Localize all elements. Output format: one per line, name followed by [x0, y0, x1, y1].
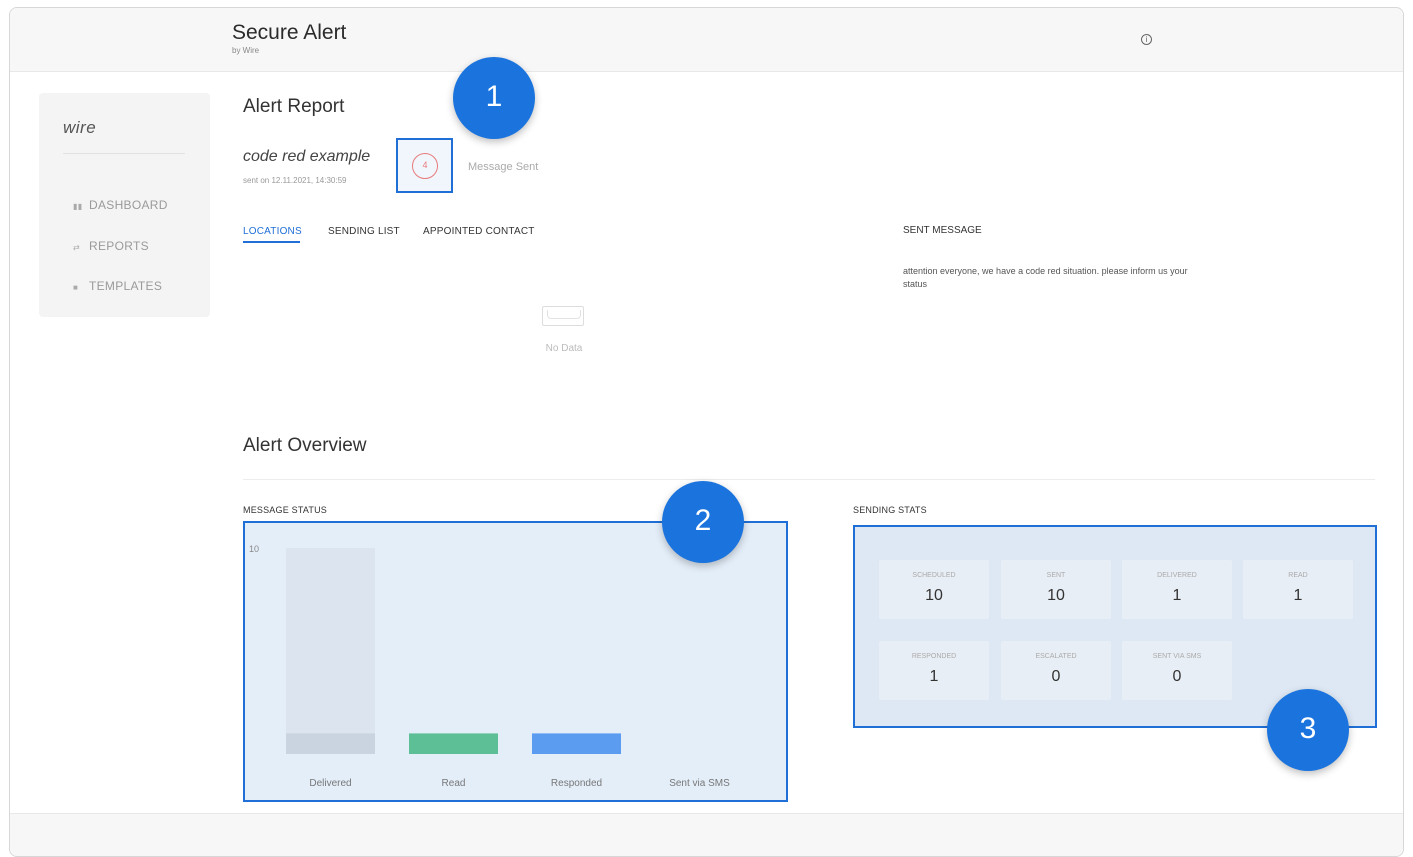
templates-icon: ■: [73, 283, 79, 292]
stat-value: 1: [1172, 587, 1182, 604]
stat-label: SENT: [1046, 572, 1066, 579]
sent-message-label: SENT MESSAGE: [903, 225, 982, 236]
active-tab-indicator: [243, 241, 300, 243]
sidebar-divider: [63, 153, 185, 154]
bar-total-background: [286, 548, 375, 754]
sidebar-item-label: REPORTS: [89, 239, 149, 253]
message-status-chart: 10 Delivered Read Responded Sent via SMS: [243, 521, 788, 802]
no-data-text: No Data: [545, 343, 583, 354]
app-title: Secure Alert: [232, 21, 347, 44]
sidebar-item-label: TEMPLATES: [89, 279, 163, 293]
messages-sent-count: 4: [412, 153, 438, 179]
x-tick-label: Responded: [551, 778, 602, 789]
stat-value: 0: [1051, 668, 1061, 685]
stat-card-delivered: DELIVERED 1: [1122, 560, 1232, 619]
sending-stats-label: SENDING STATS: [853, 505, 927, 515]
stat-value: 0: [1172, 668, 1182, 685]
stat-card-scheduled: SCHEDULED 10: [879, 560, 989, 619]
stat-card-sent: SENT 10: [1001, 560, 1111, 619]
stat-value: 10: [925, 587, 943, 604]
page-title: Alert Report: [243, 96, 345, 117]
stat-card-sent-via-sms: SENT VIA SMS 0: [1122, 641, 1232, 700]
bar-read[interactable]: [409, 733, 498, 754]
tab-sending-list[interactable]: SENDING LIST: [328, 226, 400, 237]
wire-logo: wire: [63, 118, 97, 137]
sidebar-item-reports[interactable]: ⇄ REPORTS: [73, 239, 149, 253]
callout-badge-2: 2: [662, 481, 744, 563]
callout-badge-3: 3: [1267, 689, 1349, 771]
overview-title: Alert Overview: [243, 435, 367, 456]
overview-divider: [243, 479, 1375, 480]
stat-card-read: READ 1: [1243, 560, 1353, 619]
messages-sent-label: Message Sent: [468, 161, 539, 173]
stat-label: READ: [1288, 572, 1308, 579]
app-subtitle: by Wire: [232, 46, 260, 55]
alert-name: code red example: [243, 148, 371, 165]
empty-inbox-icon: [542, 306, 584, 326]
x-tick-label: Read: [442, 778, 466, 789]
stat-value: 10: [1047, 587, 1065, 604]
messages-sent-highlight: 4: [396, 138, 453, 193]
callout-badge-1: 1: [453, 57, 535, 139]
bar-chart: 10 Delivered Read Responded Sent via SMS: [249, 544, 730, 789]
stat-label: SCHEDULED: [912, 572, 956, 579]
bar-delivered[interactable]: [286, 733, 375, 754]
sidebar: wire ▮▮ DASHBOARD ⇄ REPORTS ■ TEMPLATES: [39, 93, 210, 317]
sidebar-item-label: DASHBOARD: [89, 198, 168, 212]
sent-message-text: attention everyone, we have a code red s…: [903, 266, 1188, 289]
tab-locations[interactable]: LOCATIONS: [243, 226, 302, 237]
sent-timestamp: sent on 12.11.2021, 14:30:59: [243, 176, 347, 185]
stat-label: SENT VIA SMS: [1152, 653, 1202, 660]
stat-label: RESPONDED: [911, 653, 957, 660]
stat-card-responded: RESPONDED 1: [879, 641, 989, 700]
x-tick-label: Sent via SMS: [669, 778, 730, 789]
sidebar-item-templates[interactable]: ■ TEMPLATES: [73, 279, 162, 293]
dashboard-icon: ▮▮: [73, 202, 83, 211]
stat-card-escalated: ESCALATED 0: [1001, 641, 1111, 700]
stat-value: 1: [1293, 587, 1303, 604]
x-tick-label: Delivered: [309, 778, 351, 789]
app-window: Secure Alert by Wire i wire ▮▮ DASHBOARD …: [9, 7, 1404, 857]
stat-value: 1: [929, 668, 939, 685]
tab-appointed-contact[interactable]: APPOINTED CONTACT: [423, 226, 535, 237]
sidebar-item-dashboard[interactable]: ▮▮ DASHBOARD: [73, 198, 168, 212]
top-bar: Secure Alert by Wire i: [10, 8, 1403, 72]
footer: [10, 814, 1403, 856]
message-status-label: MESSAGE STATUS: [243, 505, 327, 515]
info-icon[interactable]: i: [1141, 34, 1152, 45]
stat-label: ESCALATED: [1035, 653, 1077, 660]
y-axis-max-label: 10: [249, 544, 259, 554]
stat-label: DELIVERED: [1157, 572, 1197, 579]
reports-icon: ⇄: [73, 243, 81, 252]
bar-responded[interactable]: [532, 733, 621, 754]
